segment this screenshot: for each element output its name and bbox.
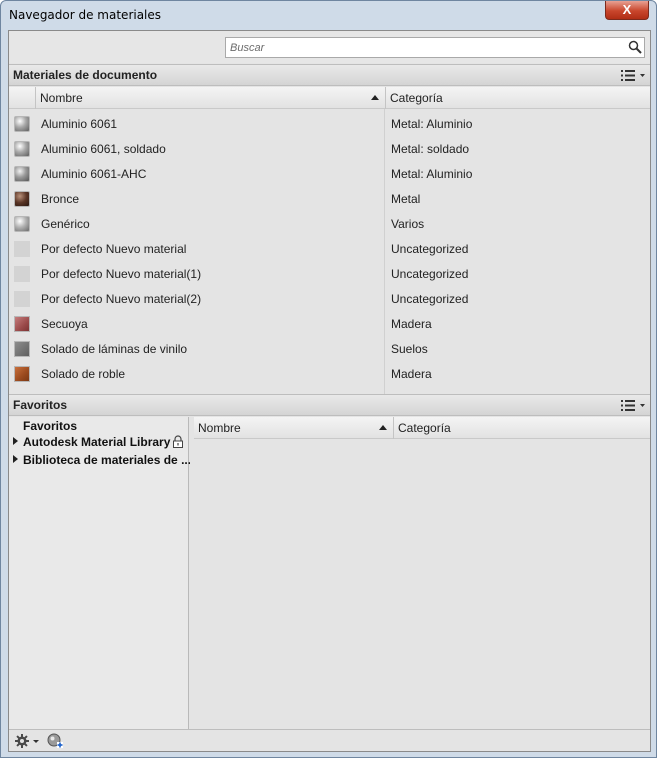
material-swatch <box>14 341 30 357</box>
table-row[interactable]: Bronce Metal <box>9 187 650 212</box>
column-name[interactable]: Nombre <box>40 91 83 105</box>
column-category[interactable]: Categoría <box>390 91 443 105</box>
favorites-title: Favoritos <box>13 398 68 412</box>
material-swatch <box>14 266 30 282</box>
material-name: Secuoya <box>41 317 88 331</box>
search-toolbar <box>9 31 650 63</box>
material-category: Metal: Aluminio <box>391 167 473 181</box>
chevron-down-icon[interactable] <box>33 740 39 743</box>
material-swatch <box>14 316 30 332</box>
table-row[interactable]: Solado de láminas de vinilo Suelos <box>9 337 650 362</box>
column-separator[interactable] <box>385 87 386 109</box>
search-box[interactable] <box>225 37 645 58</box>
material-category: Uncategorized <box>391 242 469 256</box>
library-tree: Favoritos Autodesk Material Library Bibl… <box>9 417 191 729</box>
table-row[interactable]: Secuoya Madera <box>9 312 650 337</box>
table-row[interactable]: Por defecto Nuevo material Uncategorized <box>9 237 650 262</box>
column-name[interactable]: Nombre <box>198 421 241 435</box>
material-name: Por defecto Nuevo material <box>41 242 187 256</box>
material-name: Por defecto Nuevo material(1) <box>41 267 202 281</box>
table-row[interactable]: Solado de roble Madera <box>9 362 650 387</box>
bottom-toolbar <box>9 729 650 751</box>
lock-icon <box>173 435 183 448</box>
material-name: Genérico <box>41 217 90 231</box>
material-name: Aluminio 6061 <box>41 117 118 131</box>
search-icon[interactable] <box>628 40 642 54</box>
material-name: Aluminio 6061-AHC <box>41 167 147 181</box>
material-name: Por defecto Nuevo material(2) <box>41 292 202 306</box>
close-button[interactable]: X <box>605 1 649 20</box>
sort-ascending-icon <box>379 425 387 430</box>
tree-item-label: Favoritos <box>23 419 78 433</box>
table-row[interactable]: Aluminio 6061, soldado Metal: soldado <box>9 137 650 162</box>
material-swatch <box>14 191 30 207</box>
tree-item-document-library[interactable]: Biblioteca de materiales de ... <box>13 453 191 467</box>
material-category: Varios <box>391 217 425 231</box>
material-swatch <box>14 116 30 132</box>
close-icon: X <box>622 2 632 17</box>
window-title: Navegador de materiales <box>9 8 162 22</box>
tree-item-favorites[interactable]: Favoritos <box>23 419 77 433</box>
add-library-icon[interactable] <box>47 733 63 749</box>
search-input[interactable] <box>230 40 620 55</box>
material-name: Bronce <box>41 192 80 206</box>
tree-item-label: Autodesk Material Library <box>23 435 171 449</box>
client-area: Materiales de documento Nombre Categoría… <box>8 30 651 752</box>
material-name: Aluminio 6061, soldado <box>41 142 166 156</box>
material-category: Uncategorized <box>391 267 469 281</box>
title-bar[interactable]: Navegador de materiales X <box>1 1 656 29</box>
view-options-icon[interactable] <box>620 68 646 83</box>
material-name: Solado de láminas de vinilo <box>41 342 188 356</box>
material-category: Uncategorized <box>391 292 469 306</box>
column-category[interactable]: Categoría <box>398 421 451 435</box>
material-category: Metal: Aluminio <box>391 117 473 131</box>
column-separator[interactable] <box>393 417 394 439</box>
table-row[interactable]: Aluminio 6061 Metal: Aluminio <box>9 112 650 137</box>
material-swatch <box>14 216 30 232</box>
document-materials-header: Materiales de documento <box>9 64 650 86</box>
material-category: Metal <box>391 192 421 206</box>
column-separator <box>35 87 36 109</box>
favorites-header: Favoritos <box>9 394 650 416</box>
material-swatch <box>14 166 30 182</box>
material-category: Madera <box>391 367 432 381</box>
document-materials-list: Aluminio 6061 Metal: Aluminio Aluminio 6… <box>9 109 650 394</box>
view-options-icon[interactable] <box>620 398 646 413</box>
tree-item-autodesk-library[interactable]: Autodesk Material Library <box>13 435 170 449</box>
expand-arrow-icon[interactable] <box>13 455 18 463</box>
material-category: Metal: soldado <box>391 142 470 156</box>
material-name: Solado de roble <box>41 367 126 381</box>
table-row[interactable]: Por defecto Nuevo material(2) Uncategori… <box>9 287 650 312</box>
table-row[interactable]: Por defecto Nuevo material(1) Uncategori… <box>9 262 650 287</box>
favorites-column-header: Nombre Categoría <box>194 417 650 439</box>
document-materials-column-header: Nombre Categoría <box>9 87 650 109</box>
table-row[interactable]: Aluminio 6061-AHC Metal: Aluminio <box>9 162 650 187</box>
gear-icon[interactable] <box>15 734 29 748</box>
expand-arrow-icon[interactable] <box>13 437 18 445</box>
material-browser-window: Navegador de materiales X Materiales de … <box>0 0 657 758</box>
table-row[interactable]: Genérico Varios <box>9 212 650 237</box>
material-swatch <box>14 241 30 257</box>
material-swatch <box>14 141 30 157</box>
favorites-list: Nombre Categoría <box>190 417 650 729</box>
material-swatch <box>14 291 30 307</box>
tree-item-label: Biblioteca de materiales de ... <box>23 453 192 467</box>
material-category: Suelos <box>391 342 428 356</box>
material-swatch <box>14 366 30 382</box>
material-category: Madera <box>391 317 432 331</box>
document-materials-title: Materiales de documento <box>13 68 158 82</box>
sort-ascending-icon <box>371 95 379 100</box>
